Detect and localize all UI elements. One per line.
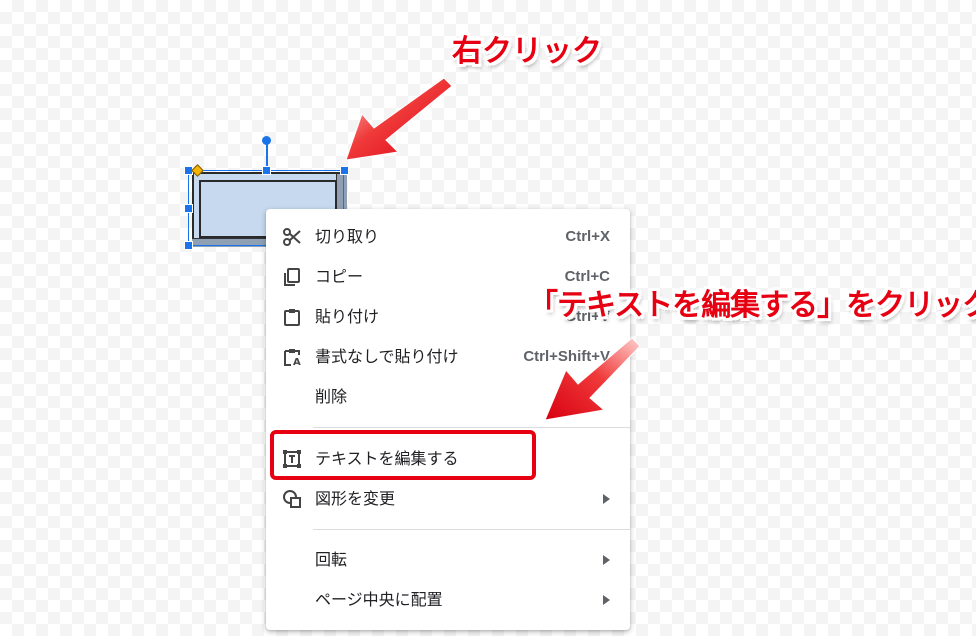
- menu-divider: [313, 427, 630, 428]
- annotation-click-edit-text: 「テキストを編集する」をクリック: [528, 288, 976, 323]
- menu-item-change-shape[interactable]: 図形を変更: [266, 479, 630, 519]
- context-menu: 切り取り Ctrl+X コピー Ctrl+C 貼り付け Ctrl+V A 書式な…: [266, 209, 630, 630]
- submenu-arrow-icon: [603, 555, 610, 565]
- menu-item-center-page[interactable]: ページ中央に配置: [266, 580, 630, 620]
- menu-item-label: ページ中央に配置: [315, 590, 443, 609]
- shapes-icon: [282, 489, 302, 509]
- resize-handle-w[interactable]: [184, 204, 193, 213]
- menu-divider: [313, 529, 630, 530]
- menu-item-label: 削除: [315, 387, 348, 406]
- menu-item-cut[interactable]: 切り取り Ctrl+X: [266, 217, 630, 257]
- scissors-icon: [282, 227, 302, 247]
- menu-item-label: コピー: [315, 267, 364, 286]
- menu-item-paste-plain[interactable]: A 書式なしで貼り付け Ctrl+Shift+V: [266, 337, 630, 377]
- menu-item-label: 書式なしで貼り付け: [315, 347, 459, 366]
- menu-item-delete[interactable]: 削除: [266, 377, 630, 417]
- menu-item-label: 図形を変更: [315, 489, 396, 508]
- menu-item-label: 貼り付け: [315, 307, 380, 326]
- resize-handle-ne[interactable]: [340, 166, 349, 175]
- annotation-right-click: 右クリック: [452, 34, 602, 69]
- arrow-to-shape-icon: [345, 77, 453, 161]
- rotation-handle[interactable]: [262, 136, 271, 145]
- menu-item-shortcut: Ctrl+X: [565, 228, 610, 245]
- menu-item-shortcut: Ctrl+Shift+V: [523, 348, 610, 365]
- submenu-arrow-icon: [603, 494, 610, 504]
- svg-text:A: A: [293, 357, 301, 367]
- menu-item-rotate[interactable]: 回転: [266, 540, 630, 580]
- submenu-arrow-icon: [603, 595, 610, 605]
- resize-handle-sw[interactable]: [184, 241, 193, 250]
- clipboard-icon: [282, 307, 302, 327]
- menu-item-label: 回転: [315, 550, 348, 569]
- paste-plain-icon: A: [282, 347, 302, 367]
- resize-handle-n[interactable]: [262, 166, 271, 175]
- copy-icon: [282, 267, 302, 287]
- menu-item-label: 切り取り: [315, 227, 380, 246]
- highlight-box: [270, 430, 536, 480]
